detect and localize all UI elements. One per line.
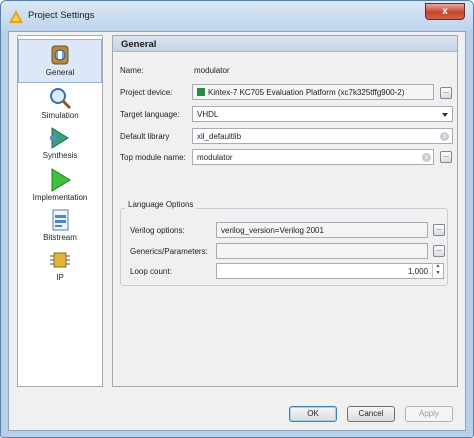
settings-category-list: General Simulation Synthesis Implementat… [17, 35, 103, 387]
clear-library-icon[interactable]: x [440, 132, 449, 141]
project-device-field: Kintex-7 KC705 Evaluation Platform (xc7k… [192, 84, 434, 100]
browse-device-button[interactable]: ... [440, 87, 452, 99]
edit-generics-button[interactable]: ... [433, 245, 445, 257]
project-name-value: modulator [194, 66, 230, 75]
default-library-value: xil_defaultlib [197, 132, 242, 141]
top-module-input[interactable]: modulator [192, 149, 434, 165]
sidebar-item-ip[interactable]: IP [18, 248, 102, 284]
sidebar-item-label: IP [56, 273, 64, 282]
cancel-button[interactable]: Cancel [347, 406, 395, 422]
generics-parameters-label: Generics/Parameters: [130, 247, 208, 256]
verilog-options-field: verilog_version=Verilog 2001 [216, 222, 428, 238]
device-chip-icon [197, 88, 205, 96]
target-language-value: VHDL [197, 110, 219, 119]
ip-chip-icon [50, 252, 70, 268]
default-library-input[interactable]: xil_defaultlib [192, 128, 453, 144]
target-language-select[interactable]: VHDL [192, 106, 453, 122]
panel-title: General [113, 36, 457, 52]
sidebar-item-implementation[interactable]: Implementation [18, 168, 102, 204]
sidebar-item-label: General [45, 68, 75, 77]
title-bar[interactable]: Project Settings x [1, 1, 473, 31]
sidebar-item-label: Implementation [32, 193, 88, 202]
app-icon [9, 10, 23, 23]
project-settings-window: Project Settings x General Simulation Sy… [0, 0, 474, 438]
language-options-title: Language Options [125, 200, 197, 209]
sidebar-item-label: Simulation [41, 111, 79, 120]
verilog-options-label: Verilog options: [130, 226, 185, 235]
sidebar-item-simulation[interactable]: Simulation [18, 86, 102, 122]
general-settings-panel: General Name: modulator Project device: … [112, 35, 458, 387]
browse-top-module-button[interactable]: ... [440, 151, 452, 163]
spinner-up-icon[interactable]: ▲ [433, 263, 443, 270]
dialog-body: General Simulation Synthesis Implementat… [8, 31, 466, 431]
clear-top-module-icon[interactable]: x [422, 153, 431, 162]
loop-count-value: 1,000 [407, 267, 428, 276]
edit-verilog-options-button[interactable]: ... [433, 224, 445, 236]
loop-count-input[interactable]: 1,000 [216, 263, 444, 279]
general-settings-icon [51, 45, 69, 65]
loop-count-spinner[interactable]: ▲ ▼ [432, 263, 443, 279]
sidebar-item-label: Synthesis [42, 151, 78, 160]
window-title: Project Settings [28, 10, 95, 21]
chevron-down-icon[interactable] [442, 113, 448, 117]
name-label: Name: [120, 66, 144, 75]
verilog-options-value: verilog_version=Verilog 2001 [221, 226, 324, 235]
magnifier-icon [50, 88, 72, 110]
loop-count-label: Loop count: [130, 267, 172, 276]
bitstream-file-icon [52, 209, 69, 231]
apply-button[interactable]: Apply [405, 406, 453, 422]
generics-parameters-field [216, 243, 428, 259]
top-module-value: modulator [197, 153, 233, 162]
sidebar-item-general[interactable]: General [18, 39, 102, 83]
project-device-label: Project device: [120, 88, 173, 97]
target-language-label: Target language: [120, 110, 180, 119]
close-button[interactable]: x [425, 3, 465, 20]
default-library-label: Default library [120, 132, 170, 141]
play-triangle-icon [51, 168, 71, 192]
synthesis-icon [50, 127, 69, 149]
spinner-down-icon[interactable]: ▼ [433, 270, 443, 277]
top-module-label: Top module name: [120, 153, 186, 162]
sidebar-item-label: Bitstream [43, 233, 77, 242]
ok-button[interactable]: OK [289, 406, 337, 422]
sidebar-item-synthesis[interactable]: Synthesis [18, 126, 102, 162]
project-device-value: Kintex-7 KC705 Evaluation Platform (xc7k… [208, 88, 405, 97]
sidebar-item-bitstream[interactable]: Bitstream [18, 208, 102, 244]
